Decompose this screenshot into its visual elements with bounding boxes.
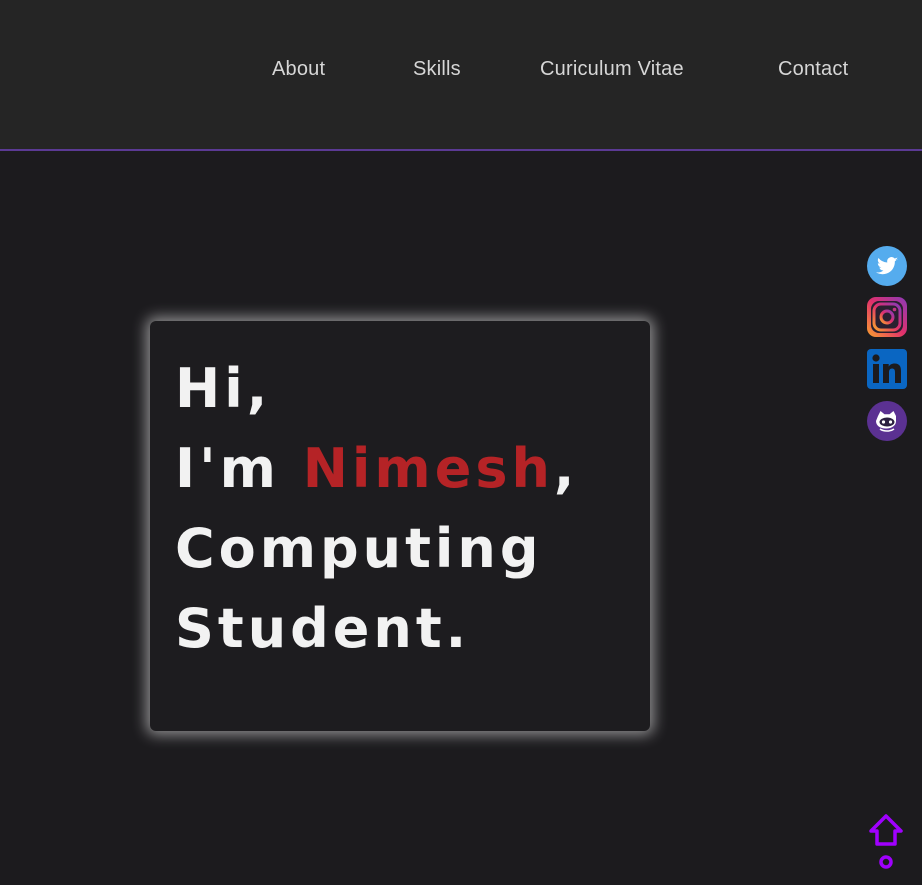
hero-role-line2: Student. xyxy=(175,597,471,660)
hero-name: Nimesh xyxy=(302,437,554,500)
linkedin-icon[interactable] xyxy=(867,349,907,389)
hero-role-line1: Computing xyxy=(175,517,543,580)
instagram-icon[interactable] xyxy=(867,297,907,337)
github-icon[interactable] xyxy=(867,401,907,441)
hero-greeting: Hi, xyxy=(175,357,272,420)
nav-link-about[interactable]: About xyxy=(272,58,325,81)
hero-card: Hi, I'm Nimesh, Computing Student. xyxy=(150,321,650,731)
scroll-to-top-button[interactable] xyxy=(866,812,906,872)
top-navigation: About Skills Curiculum Vitae Contact xyxy=(0,0,922,151)
hero-intro-suffix: , xyxy=(553,437,579,500)
hero-intro-prefix: I'm xyxy=(175,437,280,500)
page: About Skills Curiculum Vitae Contact Hi,… xyxy=(0,0,922,885)
twitter-icon[interactable] xyxy=(867,246,907,286)
arrow-up-icon xyxy=(869,814,903,869)
nav-link-curriculum-vitae[interactable]: Curiculum Vitae xyxy=(540,58,684,81)
nav-link-contact[interactable]: Contact xyxy=(778,58,848,81)
hero-intro-line: I'm Nimesh, xyxy=(175,439,578,499)
nav-link-skills[interactable]: Skills xyxy=(413,58,461,81)
